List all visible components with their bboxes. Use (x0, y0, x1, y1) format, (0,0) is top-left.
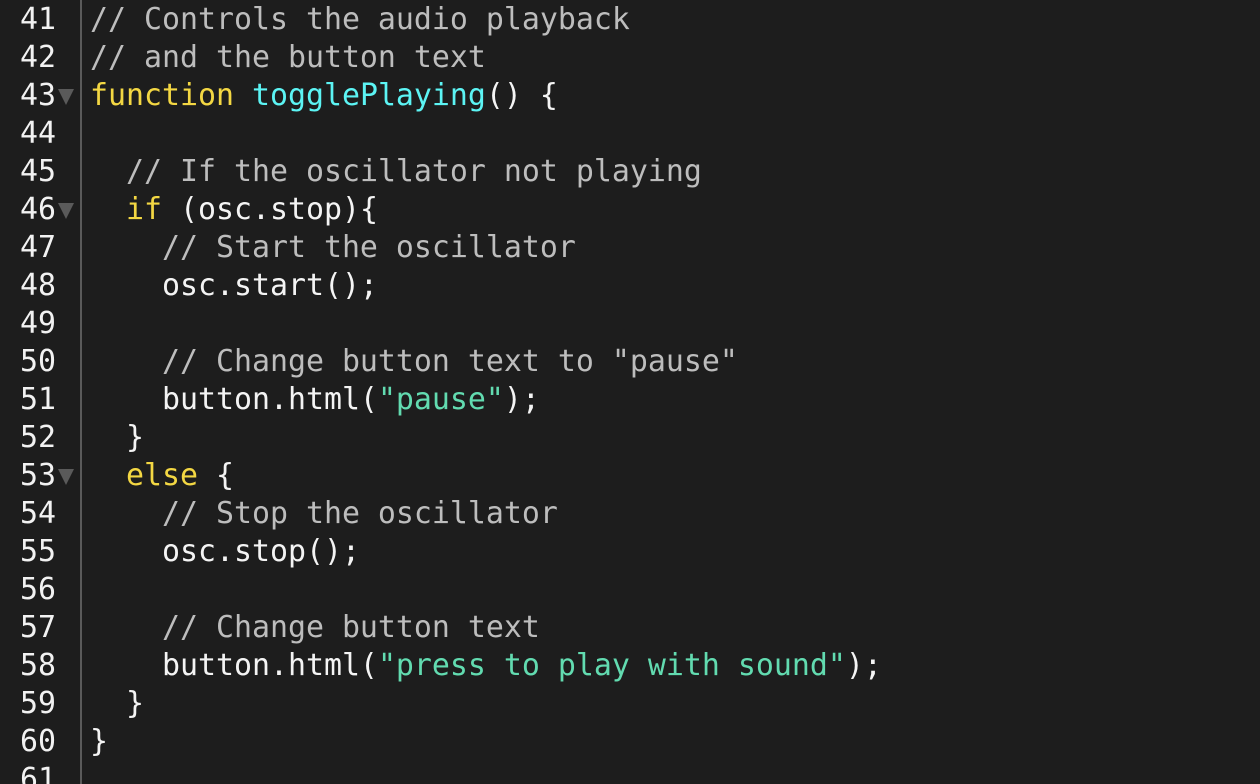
code-text: osc.start(); (90, 267, 378, 305)
line-number: 42 (20, 40, 56, 75)
token-keyword: else (126, 458, 198, 493)
token-plain: } (90, 420, 144, 455)
code-line[interactable]: 53 else { (0, 457, 1260, 495)
code-line[interactable]: 57 // Change button text (0, 609, 1260, 647)
line-number: 61 (20, 762, 56, 784)
code-line[interactable]: 50 // Change button text to "pause" (0, 343, 1260, 381)
token-string: "pause" (377, 382, 504, 417)
code-line[interactable]: 56 (0, 571, 1260, 609)
token-plain: ); (503, 382, 540, 417)
token-comment: // Stop the oscillator (161, 496, 558, 531)
code-text: // Change button text (90, 609, 540, 647)
token-plain: { (197, 458, 234, 493)
line-number: 44 (20, 116, 56, 151)
fold-arrow-icon[interactable] (58, 89, 74, 105)
code-line[interactable]: 58 button.html("press to play with sound… (0, 647, 1260, 685)
token-plain: (osc.stop){ (162, 192, 378, 227)
token-comment: // and the button text (90, 40, 486, 75)
token-plain: button.html( (90, 382, 378, 417)
token-comment: // Controls the audio playback (90, 2, 630, 37)
code-text: // Start the oscillator (90, 229, 576, 267)
code-text: // Controls the audio playback (90, 1, 630, 39)
code-text: // If the oscillator not playing (90, 153, 702, 191)
code-line[interactable]: 52 } (0, 419, 1260, 457)
code-text: // and the button text (90, 39, 486, 77)
token-comment: // Change button text (161, 610, 540, 645)
token-plain: button.html( (90, 648, 378, 683)
line-number: 43 (20, 78, 56, 113)
code-text: // Stop the oscillator (90, 495, 558, 533)
line-number: 57 (20, 610, 56, 645)
token-string: "press to play with sound" (377, 648, 846, 683)
code-line[interactable]: 43 function togglePlaying() { (0, 77, 1260, 115)
code-line[interactable]: 59 } (0, 685, 1260, 723)
token-comment: // Change button text to "pause" (161, 344, 738, 379)
code-text: if (osc.stop){ (90, 191, 378, 229)
line-number: 51 (20, 382, 56, 417)
token-comment: // If the oscillator not playing (126, 154, 702, 189)
line-number: 48 (20, 268, 56, 303)
code-text: } (90, 723, 108, 761)
token-keyword: function (90, 78, 234, 113)
token-func: togglePlaying (251, 78, 486, 113)
code-line[interactable]: 51 button.html("pause"); (0, 381, 1260, 419)
code-line[interactable]: 55 osc.stop(); (0, 533, 1260, 571)
code-text: else { (90, 457, 234, 495)
fold-arrow-icon[interactable] (58, 203, 74, 219)
code-text: osc.stop(); (90, 533, 360, 571)
code-line[interactable]: 42 // and the button text (0, 39, 1260, 77)
code-text: } (90, 419, 144, 457)
line-number: 59 (20, 686, 56, 721)
token-plain: ); (845, 648, 882, 683)
line-number: 47 (20, 230, 56, 265)
code-line[interactable]: 44 (0, 115, 1260, 153)
token-plain: () { (485, 78, 558, 113)
code-line[interactable]: 48 osc.start(); (0, 267, 1260, 305)
line-number: 58 (20, 648, 56, 683)
code-text: function togglePlaying() { (90, 77, 558, 115)
code-line[interactable]: 61 (0, 761, 1260, 784)
line-number: 53 (20, 458, 56, 493)
fold-arrow-icon[interactable] (58, 469, 74, 485)
code-text: } (90, 685, 144, 723)
code-line[interactable]: 49 (0, 305, 1260, 343)
line-number: 52 (20, 420, 56, 455)
token-keyword: if (126, 192, 162, 227)
line-number: 54 (20, 496, 56, 531)
code-line[interactable]: 41 // Controls the audio playback (0, 1, 1260, 39)
line-number: 56 (20, 572, 56, 607)
code-editor[interactable]: 41 // Controls the audio playback 42 // and… (0, 0, 1260, 784)
code-line[interactable]: 60} (0, 723, 1260, 761)
code-text: // Change button text to "pause" (90, 343, 738, 381)
token-comment: // Start the oscillator (161, 230, 576, 265)
code-line[interactable]: 54 // Stop the oscillator (0, 495, 1260, 533)
line-number: 46 (20, 192, 56, 227)
code-text: button.html("press to play with sound"); (90, 647, 882, 685)
token-plain: } (90, 686, 144, 721)
token-plain: } (90, 724, 108, 759)
code-line[interactable]: 46 if (osc.stop){ (0, 191, 1260, 229)
line-number: 50 (20, 344, 56, 379)
line-number: 49 (20, 306, 56, 341)
code-text: button.html("pause"); (90, 381, 540, 419)
token-plain: osc.stop(); (90, 534, 360, 569)
code-line[interactable]: 47 // Start the oscillator (0, 229, 1260, 267)
line-number: 41 (20, 2, 56, 37)
line-number: 60 (20, 724, 56, 759)
line-number: 55 (20, 534, 56, 569)
code-line[interactable]: 45 // If the oscillator not playing (0, 153, 1260, 191)
line-number: 45 (20, 154, 56, 189)
token-plain: osc.start(); (90, 268, 378, 303)
